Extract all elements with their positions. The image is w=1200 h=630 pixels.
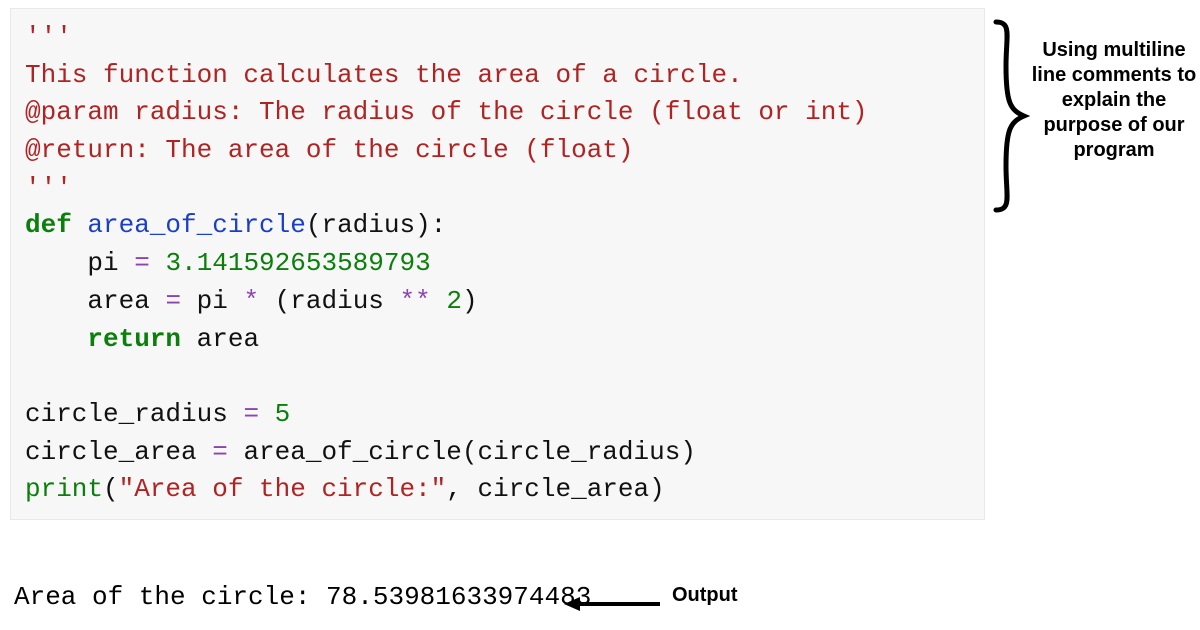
code-token: **: [400, 286, 431, 316]
code-token: (: [103, 474, 119, 504]
code-line: circle_radius = 5: [25, 396, 970, 434]
code-token: @param radius: The radius of the circle …: [25, 97, 868, 127]
code-token: area: [25, 286, 165, 316]
code-line: This function calculates the area of a c…: [25, 57, 970, 95]
code-token: area: [181, 324, 259, 354]
code-line: pi = 3.141592653589793: [25, 245, 970, 283]
code-token: =: [212, 437, 228, 467]
annotation-multiline-comments: Using multiline line comments to explain…: [1030, 38, 1198, 163]
code-token: pi: [25, 248, 134, 278]
code-token: @return: The area of the circle (float): [25, 135, 634, 165]
code-token: [150, 248, 166, 278]
code-token: [259, 399, 275, 429]
code-token: [25, 324, 87, 354]
code-token: circle_area: [25, 437, 212, 467]
code-block: ''' This function calculates the area of …: [10, 8, 985, 520]
code-token: circle_radius: [25, 399, 243, 429]
code-token: 2: [446, 286, 462, 316]
code-token: print: [25, 474, 103, 504]
code-token: "Area of the circle:": [119, 474, 447, 504]
code-token: ): [462, 286, 478, 316]
code-line: ''': [25, 170, 970, 208]
program-output: Area of the circle: 78.53981633974483: [14, 582, 591, 612]
code-token: [431, 286, 447, 316]
code-line: def area_of_circle(radius):: [25, 207, 970, 245]
code-token: *: [243, 286, 259, 316]
code-token: area_of_circle(circle_radius): [228, 437, 696, 467]
code-line: ''': [25, 19, 970, 57]
code-token: =: [165, 286, 181, 316]
code-line: @param radius: The radius of the circle …: [25, 94, 970, 132]
code-line: [25, 358, 970, 396]
code-line: print("Area of the circle:", circle_area…: [25, 471, 970, 509]
code-token: return: [87, 324, 181, 354]
code-token: (radius: [259, 286, 399, 316]
code-token: , circle_area): [446, 474, 664, 504]
code-token: =: [243, 399, 259, 429]
code-token: pi: [181, 286, 243, 316]
brace-icon: [990, 16, 1030, 216]
code-token: This function calculates the area of a c…: [25, 60, 743, 90]
code-line: @return: The area of the circle (float): [25, 132, 970, 170]
code-token: [72, 210, 88, 240]
code-line: circle_area = area_of_circle(circle_radi…: [25, 434, 970, 472]
code-token: ''': [25, 173, 72, 203]
output-label: Output: [672, 584, 738, 607]
code-token: 3.141592653589793: [165, 248, 430, 278]
code-token: def: [25, 210, 72, 240]
code-line: return area: [25, 321, 970, 359]
code-token: 5: [275, 399, 291, 429]
arrow-left-icon: [564, 594, 664, 614]
code-token: (radius):: [306, 210, 446, 240]
code-token: =: [134, 248, 150, 278]
code-line: area = pi * (radius ** 2): [25, 283, 970, 321]
code-token: area_of_circle: [87, 210, 305, 240]
code-token: ''': [25, 22, 72, 52]
